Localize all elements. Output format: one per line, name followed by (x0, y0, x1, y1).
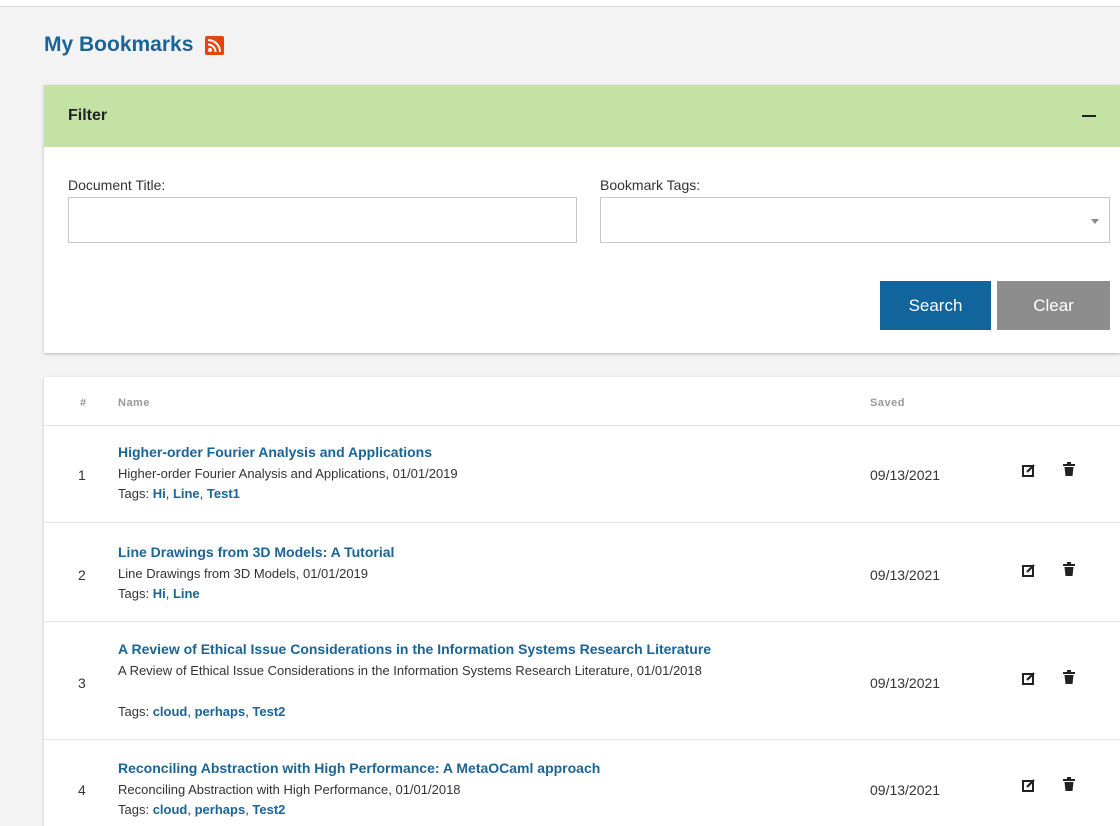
tags-label: Tags: (118, 486, 150, 501)
tag-link[interactable]: Line (173, 486, 200, 501)
tags-line: Tags: cloud, perhaps, Test2 (118, 802, 286, 817)
tag-link[interactable]: Line (173, 586, 200, 601)
document-description: A Review of Ethical Issue Considerations… (118, 663, 702, 678)
row-number: 2 (78, 567, 86, 583)
table-row: 4 Reconciling Abstraction with High Perf… (44, 739, 1120, 826)
tag-link[interactable]: perhaps (195, 704, 246, 719)
table-row: 2 Line Drawings from 3D Models: A Tutori… (44, 522, 1120, 622)
saved-date: 09/13/2021 (870, 467, 941, 483)
row-number: 3 (78, 675, 86, 691)
document-title-link[interactable]: Higher-order Fourier Analysis and Applic… (118, 444, 432, 460)
table-row: 3 A Review of Ethical Issue Consideratio… (44, 621, 1120, 740)
page-title: My Bookmarks (44, 33, 225, 57)
filter-header[interactable]: Filter (44, 85, 1120, 147)
tag-link[interactable]: Test1 (207, 486, 240, 501)
edit-icon[interactable] (1022, 463, 1036, 477)
bookmarks-table: # Name Saved 1 Higher-order Fourier Anal… (44, 377, 1120, 826)
tag-link[interactable]: perhaps (195, 802, 246, 817)
saved-date: 09/13/2021 (870, 782, 941, 798)
tag-link[interactable]: Test2 (252, 802, 285, 817)
trash-icon[interactable] (1062, 670, 1076, 684)
document-title-link[interactable]: A Review of Ethical Issue Considerations… (118, 641, 711, 657)
trash-icon[interactable] (1062, 462, 1076, 476)
rss-icon[interactable] (205, 35, 225, 55)
tag-link[interactable]: Test2 (252, 704, 285, 719)
trash-icon[interactable] (1062, 562, 1076, 576)
saved-date: 09/13/2021 (870, 567, 941, 583)
document-description: Line Drawings from 3D Models, 01/01/2019 (118, 566, 369, 581)
document-title-input[interactable] (68, 197, 577, 243)
filter-panel: Filter Document Title: Bookmark Tags: Se… (44, 85, 1120, 353)
edit-icon[interactable] (1022, 563, 1036, 577)
column-header-num: # (80, 397, 87, 409)
column-header-saved: Saved (870, 397, 905, 409)
edit-icon[interactable] (1022, 778, 1036, 792)
tags-line: Tags: Hi, Line (118, 586, 200, 601)
saved-date: 09/13/2021 (870, 675, 941, 691)
row-number: 1 (78, 467, 86, 483)
tag-link[interactable]: cloud (153, 704, 188, 719)
tags-label: Tags: (118, 586, 150, 601)
column-header-name: Name (118, 397, 150, 409)
clear-button[interactable]: Clear (997, 281, 1110, 330)
table-header: # Name Saved (44, 377, 1120, 426)
trash-icon[interactable] (1062, 777, 1076, 791)
tag-link[interactable]: Hi (153, 486, 166, 501)
page-title-text: My Bookmarks (44, 33, 194, 56)
bookmark-tags-label: Bookmark Tags: (600, 177, 701, 193)
minus-icon[interactable] (1082, 115, 1096, 117)
filter-title: Filter (68, 107, 108, 124)
tags-line: Tags: Hi, Line, Test1 (118, 486, 240, 501)
search-button[interactable]: Search (880, 281, 991, 330)
tags-line: Tags: cloud, perhaps, Test2 (118, 704, 286, 719)
row-number: 4 (78, 782, 86, 798)
document-title-link[interactable]: Line Drawings from 3D Models: A Tutorial (118, 544, 394, 560)
bookmark-tags-select[interactable] (600, 197, 1110, 243)
tags-label: Tags: (118, 802, 150, 817)
tags-label: Tags: (118, 704, 150, 719)
edit-icon[interactable] (1022, 671, 1036, 685)
chevron-down-icon (1091, 219, 1099, 224)
top-border (0, 0, 1120, 7)
tag-link[interactable]: cloud (153, 802, 188, 817)
tag-link[interactable]: Hi (153, 586, 166, 601)
document-description: Reconciling Abstraction with High Perfor… (118, 782, 461, 797)
document-description: Higher-order Fourier Analysis and Applic… (118, 466, 458, 481)
table-row: 1 Higher-order Fourier Analysis and Appl… (44, 425, 1120, 523)
document-title-link[interactable]: Reconciling Abstraction with High Perfor… (118, 760, 600, 776)
document-title-label: Document Title: (68, 177, 166, 193)
